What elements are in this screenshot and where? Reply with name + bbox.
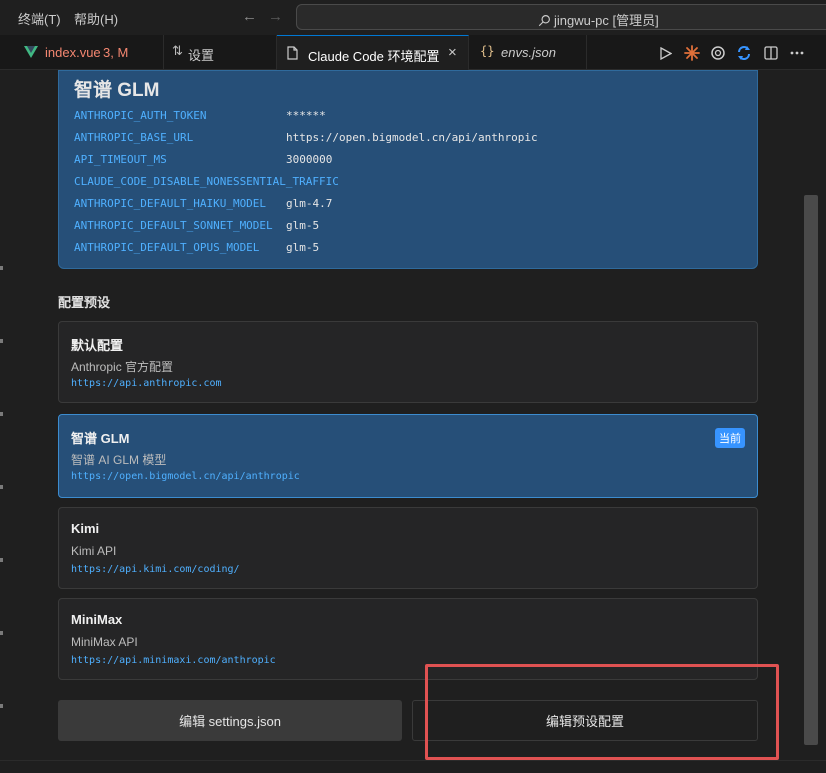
preset-name: MiniMax	[71, 612, 123, 627]
gutter-mark	[0, 412, 3, 416]
search-icon	[538, 15, 550, 27]
search-text: jingwu-pc [管理员]	[554, 13, 659, 28]
preset-url: https://api.anthropic.com	[71, 378, 222, 389]
menu-help[interactable]: 帮助(H)	[74, 9, 118, 28]
preset-name: 智谱 GLM	[71, 431, 130, 446]
preset-url: https://api.kimi.com/coding/	[71, 564, 240, 575]
tab-label: index.vue	[45, 45, 101, 60]
preset-url: https://api.minimaxi.com/anthropic	[71, 655, 276, 666]
preset-name: Kimi	[71, 521, 100, 536]
env-value: ******	[286, 109, 326, 122]
current-env-card: 智谱 GLM ANTHROPIC_AUTH_TOKEN ****** ANTHR…	[58, 70, 758, 269]
env-value: 3000000	[286, 153, 333, 166]
tab-status: 3, M	[103, 45, 129, 60]
run-icon[interactable]	[656, 43, 676, 63]
webview-panel: 智谱 GLM ANTHROPIC_AUTH_TOKEN ****** ANTHR…	[0, 70, 826, 773]
preset-card-kimi[interactable]: Kimi Kimi API https://api.kimi.com/codin…	[58, 507, 758, 589]
json-braces-icon: {}	[480, 44, 495, 58]
env-key: ANTHROPIC_AUTH_TOKEN	[74, 109, 207, 122]
preset-desc: MiniMax API	[71, 635, 138, 649]
file-icon	[287, 46, 298, 60]
edit-settings-json-button[interactable]: 编辑 settings.json	[58, 700, 402, 741]
command-center-search[interactable]: jingwu-pc [管理员]	[296, 4, 826, 30]
current-badge: 当前	[715, 428, 745, 448]
gutter-mark	[0, 339, 3, 343]
vue-icon	[24, 46, 38, 58]
menu-terminal[interactable]: 终端(T)	[18, 9, 61, 28]
env-key: ANTHROPIC_DEFAULT_OPUS_MODEL	[74, 241, 260, 254]
preset-card-default[interactable]: 默认配置 Anthropic 官方配置 https://api.anthropi…	[58, 321, 758, 403]
env-key: ANTHROPIC_DEFAULT_HAIKU_MODEL	[74, 197, 267, 210]
env-value: https://open.bigmodel.cn/api/anthropic	[286, 131, 538, 144]
gutter-mark	[0, 631, 3, 635]
tab-label: 设置	[188, 48, 215, 63]
preset-card-minimax[interactable]: MiniMax MiniMax API https://api.minimaxi…	[58, 598, 758, 680]
settings-icon: ⇅	[172, 43, 183, 58]
gutter-mark	[0, 558, 3, 562]
env-key: API_TIMEOUT_MS	[74, 153, 167, 166]
scrollbar-thumb[interactable]	[804, 195, 818, 745]
claude-icon[interactable]	[682, 43, 702, 63]
tab-envs-json[interactable]: {} envs.json	[469, 35, 587, 70]
preset-desc: 智谱 AI GLM 模型	[71, 453, 167, 467]
gutter-mark	[0, 704, 3, 708]
more-actions-icon[interactable]	[787, 43, 807, 63]
sync-icon[interactable]	[734, 43, 754, 63]
env-key: ANTHROPIC_DEFAULT_SONNET_MODEL	[74, 219, 273, 232]
tab-bar: index.vue 3, M ⇅ 设置 Claude Code 环境配置 × {…	[0, 35, 826, 70]
back-arrow-icon[interactable]: ←	[242, 8, 257, 25]
split-editor-icon[interactable]	[761, 43, 781, 63]
tab-claude-code-env[interactable]: Claude Code 环境配置 ×	[277, 35, 469, 70]
env-key: ANTHROPIC_BASE_URL	[74, 131, 194, 144]
preset-desc: Kimi API	[71, 544, 117, 558]
env-key: CLAUDE_CODE_DISABLE_NONESSENTIAL_TRAFFIC	[74, 175, 339, 188]
preset-desc: Anthropic 官方配置	[71, 360, 174, 374]
env-value: glm-5	[286, 219, 320, 232]
edit-presets-button[interactable]: 编辑预设配置	[412, 700, 758, 741]
preset-card-glm[interactable]: 智谱 GLM 当前 智谱 AI GLM 模型 https://open.bigm…	[58, 414, 758, 498]
preset-url: https://open.bigmodel.cn/api/anthropic	[71, 471, 300, 482]
preset-name: 默认配置	[71, 338, 124, 353]
gutter-mark	[0, 485, 3, 489]
section-title: 配置预设	[58, 295, 111, 310]
gutter-mark	[0, 266, 3, 270]
forward-arrow-icon[interactable]: →	[268, 8, 283, 25]
title-bar: 终端(T) 帮助(H) ← → jingwu-pc [管理员]	[0, 0, 826, 35]
env-value: glm-5	[286, 241, 320, 254]
tab-index-vue[interactable]: index.vue 3, M	[14, 35, 164, 70]
tab-label: Claude Code 环境配置	[308, 49, 440, 64]
close-icon[interactable]: ×	[448, 44, 457, 61]
env-value: glm-4.7	[286, 197, 333, 210]
divider	[0, 760, 826, 761]
env-title: 智谱 GLM	[74, 80, 160, 101]
tab-settings[interactable]: ⇅ 设置	[164, 35, 277, 70]
openai-icon[interactable]	[708, 43, 728, 63]
tab-label: envs.json	[501, 45, 556, 60]
